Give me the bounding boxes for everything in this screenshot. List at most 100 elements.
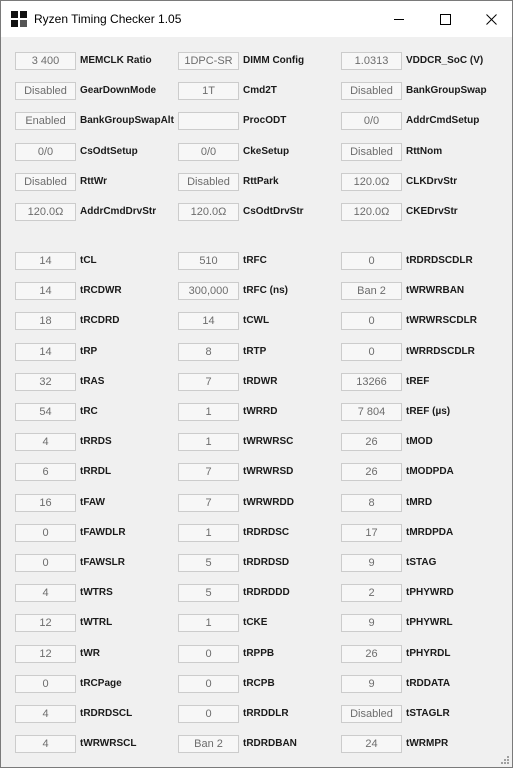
value-field[interactable]: 120.0Ω [341,203,402,221]
field-label: tWRMPR [406,738,449,749]
value-field[interactable]: 2 [341,584,402,602]
value-field[interactable]: Disabled [15,173,76,191]
field-label: BankGroupSwapAlt [80,115,174,126]
field-label: tRRDL [80,466,112,477]
value-field[interactable]: 4 [15,584,76,602]
field-label: tWRWRSC [243,436,294,447]
value-field[interactable]: 17 [341,524,402,542]
value-field[interactable]: Ban 2 [341,282,402,300]
value-field[interactable]: 0 [15,675,76,693]
field-label: RttWr [80,176,108,187]
value-field[interactable]: 14 [178,312,239,330]
value-field[interactable]: 7 [178,463,239,481]
value-field[interactable]: 0 [178,675,239,693]
value-field[interactable]: 0/0 [341,112,402,130]
field-label: tWRWRSCL [80,738,137,749]
value-field[interactable]: 14 [15,343,76,361]
resize-grip-icon[interactable] [500,755,510,765]
value-field[interactable]: 6 [15,463,76,481]
field-label: tMRDPDA [406,527,454,538]
value-field[interactable]: 4 [15,433,76,451]
value-field[interactable]: 0 [178,705,239,723]
value-field[interactable]: 26 [341,433,402,451]
value-field[interactable]: 9 [341,675,402,693]
field-label: tRAS [80,376,105,387]
value-field[interactable]: Disabled [341,82,402,100]
value-field[interactable]: 120.0Ω [15,203,76,221]
timings-panel: 3 400 MEMCLK Ratio 1DPC-SR DIMM Config 1.031… [1,38,512,767]
value-field[interactable]: Disabled [15,82,76,100]
value-field[interactable]: 1DPC-SR [178,52,239,70]
value-field[interactable] [178,112,239,130]
field-label: tWTRL [80,617,113,628]
value-field[interactable]: 26 [341,645,402,663]
value-field[interactable]: 54 [15,403,76,421]
minimize-button[interactable] [376,1,422,37]
field-label: tRC [80,406,98,417]
window-title: Ryzen Timing Checker 1.05 [34,12,182,26]
value-field[interactable]: 120.0Ω [178,203,239,221]
value-field[interactable]: Disabled [341,143,402,161]
value-field[interactable]: 1 [178,433,239,451]
value-field[interactable]: 9 [341,554,402,572]
field-label: tWRWRSCDLR [406,315,477,326]
field-label: BankGroupSwap [406,85,487,96]
value-field[interactable]: 0/0 [178,143,239,161]
value-field[interactable]: 7 [178,494,239,512]
value-field[interactable]: 24 [341,735,402,753]
value-field[interactable]: 0/0 [15,143,76,161]
field-label: tRCDRD [80,315,120,326]
field-label: tMOD [406,436,433,447]
value-field[interactable]: 0 [341,343,402,361]
value-field[interactable]: 12 [15,614,76,632]
value-field[interactable]: 0 [178,645,239,663]
value-field[interactable]: 0 [341,312,402,330]
field-label: DIMM Config [243,55,305,66]
field-label: tWTRS [80,587,113,598]
value-field[interactable]: 7 804 [341,403,402,421]
value-field[interactable]: 1T [178,82,239,100]
field-label: tSTAGLR [406,708,450,719]
value-field[interactable]: Disabled [341,705,402,723]
app-icon [11,11,27,27]
value-field[interactable]: Ban 2 [178,735,239,753]
value-field[interactable]: 18 [15,312,76,330]
field-label: tRCPage [80,678,122,689]
value-field[interactable]: 12 [15,645,76,663]
value-field[interactable]: 4 [15,705,76,723]
value-field[interactable]: 5 [178,554,239,572]
title-bar[interactable]: Ryzen Timing Checker 1.05 [1,1,512,37]
field-label: tFAWSLR [80,557,125,568]
maximize-icon [439,13,451,25]
value-field[interactable]: Enabled [15,112,76,130]
value-field[interactable]: 26 [341,463,402,481]
value-field[interactable]: 14 [15,282,76,300]
value-field[interactable]: 13266 [341,373,402,391]
value-field[interactable]: 32 [15,373,76,391]
value-field[interactable]: 8 [341,494,402,512]
value-field[interactable]: 1 [178,403,239,421]
value-field[interactable]: 1.0313 [341,52,402,70]
value-field[interactable]: 3 400 [15,52,76,70]
value-field[interactable]: 4 [15,735,76,753]
value-field[interactable]: 1 [178,614,239,632]
value-field[interactable]: 9 [341,614,402,632]
value-field[interactable]: 14 [15,252,76,270]
value-field[interactable]: 0 [15,524,76,542]
field-label: tPHYRDL [406,648,451,659]
value-field[interactable]: 8 [178,343,239,361]
value-field[interactable]: 300,000 [178,282,239,300]
value-field[interactable]: 0 [15,554,76,572]
value-field[interactable]: Disabled [178,173,239,191]
field-label: tRCDWR [80,285,122,296]
value-field[interactable]: 1 [178,524,239,542]
value-field[interactable]: 7 [178,373,239,391]
value-field[interactable]: 16 [15,494,76,512]
value-field[interactable]: 0 [341,252,402,270]
value-field[interactable]: 120.0Ω [341,173,402,191]
close-button[interactable] [468,1,513,37]
value-field[interactable]: 5 [178,584,239,602]
maximize-button[interactable] [422,1,468,37]
field-label: tRFC (ns) [243,285,288,296]
value-field[interactable]: 510 [178,252,239,270]
